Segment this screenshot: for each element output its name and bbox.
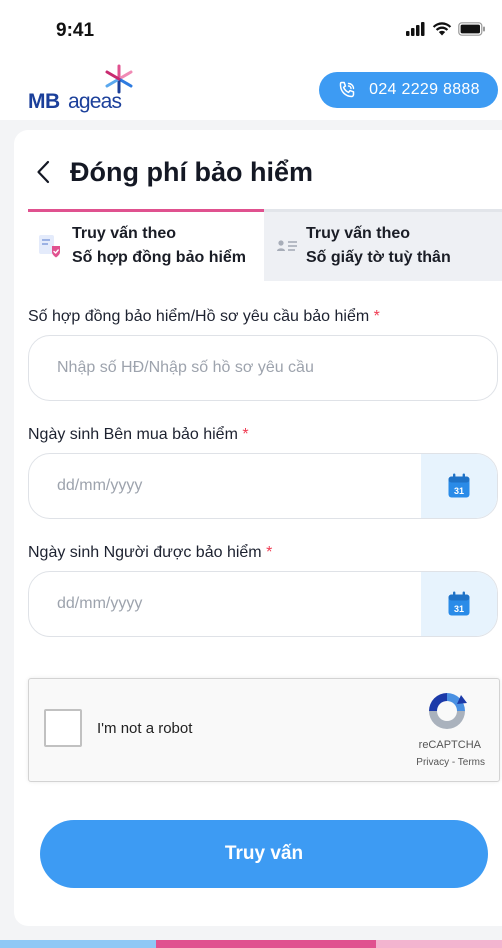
calendar-icon: 31 [448, 591, 470, 616]
submit-query-button[interactable]: Truy vấn [40, 820, 488, 888]
recaptcha-privacy-terms-link[interactable]: Privacy - Terms [416, 757, 485, 768]
wifi-icon [432, 22, 452, 36]
signal-icon [406, 22, 425, 36]
recaptcha-widget: I'm not a robot reCAPTCHA Privacy - Term… [28, 678, 500, 782]
id-card-icon [276, 238, 298, 259]
calendar-day: 31 [454, 604, 464, 614]
required-mark: * [242, 426, 249, 443]
contract-number-label-text: Số hợp đồng bảo hiểm/Hồ sơ yêu cầu bảo h… [28, 308, 370, 325]
bottom-accent-strip [0, 940, 502, 948]
strip-segment-blue [0, 940, 156, 948]
contract-number-placeholder: Nhập số HĐ/Nhập số hồ sơ yêu cầu [57, 359, 314, 376]
tab-contract-line2: Số hợp đồng bảo hiểm [72, 249, 247, 266]
contract-number-label: Số hợp đồng bảo hiểm/Hồ sơ yêu cầu bảo h… [28, 308, 380, 326]
query-tabs: Truy vấn theo Số hợp đồng bảo hiểm Truy … [28, 209, 502, 281]
recaptcha-logo-icon [429, 693, 467, 729]
buyer-dob-label-text: Ngày sinh Bên mua bảo hiểm [28, 426, 238, 443]
contract-document-icon [38, 234, 62, 265]
recaptcha-label: I'm not a robot [97, 720, 193, 737]
insured-dob-label: Ngày sinh Người được bảo hiểm * [28, 544, 272, 562]
strip-segment-pink [155, 940, 377, 948]
buyer-dob-placeholder: dd/mm/yyyy [57, 477, 143, 494]
contract-number-input[interactable]: Nhập số HĐ/Nhập số hồ sơ yêu cầu [28, 335, 498, 401]
buyer-dob-calendar-button[interactable]: 31 [421, 454, 497, 518]
buyer-dob-label: Ngày sinh Bên mua bảo hiểm * [28, 426, 249, 444]
back-arrow-icon[interactable] [36, 158, 54, 186]
title-row: Đóng phí bảo hiểm [36, 152, 313, 192]
tab-id-line1: Truy vấn theo [306, 225, 411, 242]
calendar-day: 31 [454, 486, 464, 496]
logo-star-icon [105, 64, 133, 94]
insured-dob-input[interactable]: dd/mm/yyyy 31 [28, 571, 498, 637]
status-icons [406, 22, 486, 36]
status-bar: 9:41 [0, 0, 502, 58]
phone-icon [339, 81, 355, 98]
app-header: MB ageas 024 2229 8888 [0, 58, 502, 120]
insured-dob-placeholder: dd/mm/yyyy [57, 595, 143, 612]
hotline-number: 024 2229 8888 [369, 81, 480, 98]
logo-mb-text: MB [28, 90, 60, 113]
recaptcha-brand: reCAPTCHA [418, 739, 481, 751]
insured-dob-label-text: Ngày sinh Người được bảo hiểm [28, 544, 262, 561]
payment-form-card: Đóng phí bảo hiểm Truy vấn theo Số hợp đ… [14, 130, 502, 926]
insured-dob-calendar-button[interactable]: 31 [421, 572, 497, 636]
strip-segment-light-pink [376, 940, 502, 948]
hotline-button[interactable]: 024 2229 8888 [319, 72, 498, 108]
status-time: 9:41 [56, 20, 95, 41]
tab-id-line2: Số giấy tờ tuỳ thân [306, 249, 451, 266]
required-mark: * [266, 544, 273, 561]
page-title: Đóng phí bảo hiểm [70, 156, 313, 187]
tab-id-document[interactable]: Truy vấn theo Số giấy tờ tuỳ thân [264, 209, 502, 281]
tab-contract-number[interactable]: Truy vấn theo Số hợp đồng bảo hiểm [28, 209, 264, 281]
required-mark: * [373, 308, 380, 325]
recaptcha-checkbox[interactable] [44, 709, 82, 747]
calendar-icon: 31 [448, 473, 470, 498]
buyer-dob-input[interactable]: dd/mm/yyyy 31 [28, 453, 498, 519]
mb-ageas-logo[interactable]: MB ageas [28, 60, 148, 116]
tab-contract-line1: Truy vấn theo [72, 225, 177, 242]
battery-icon [458, 22, 485, 36]
